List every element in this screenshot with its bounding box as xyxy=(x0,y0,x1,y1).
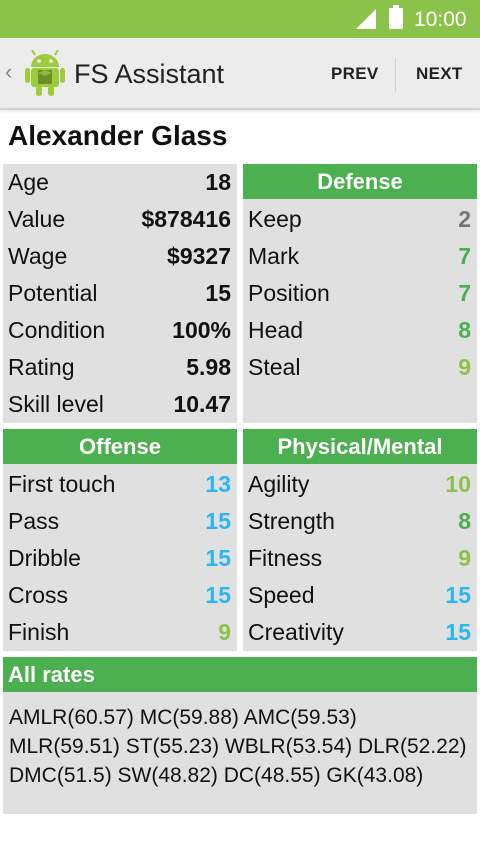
info-label: Wage xyxy=(8,243,68,269)
defense-header: Defense xyxy=(243,164,477,199)
skill-label: Keep xyxy=(248,206,302,232)
skill-row-finish: Finish 9 xyxy=(3,614,237,651)
info-value: 15 xyxy=(205,280,231,306)
next-button[interactable]: NEXT xyxy=(416,64,463,84)
info-value: 10.47 xyxy=(173,391,231,417)
skill-row-fitness: Fitness 9 xyxy=(243,540,477,577)
physical-mental-header: Physical/Mental xyxy=(243,429,477,464)
skill-value: 9 xyxy=(458,354,471,380)
defense-panel: Defense Keep 2 Mark 7 Position 7 Head 8 … xyxy=(243,164,477,423)
skill-value: 8 xyxy=(458,317,471,343)
info-row-potential: Potential 15 xyxy=(3,275,237,312)
skill-row-speed: Speed 15 xyxy=(243,577,477,614)
skill-row-mark: Mark 7 xyxy=(243,238,477,275)
skill-row-head: Head 8 xyxy=(243,312,477,349)
skill-label: Steal xyxy=(248,354,301,380)
player-name: Alexander Glass xyxy=(8,120,228,151)
info-row-age: Age 18 xyxy=(3,164,237,201)
status-bar: 10:00 xyxy=(0,0,480,38)
skill-label: Creativity xyxy=(248,619,344,645)
info-label: Rating xyxy=(8,354,75,380)
info-label: Condition xyxy=(8,317,106,343)
action-bar: ‹ FS Assistant PREV NEXT xyxy=(0,38,480,110)
skill-row-first-touch: First touch 13 xyxy=(3,466,237,503)
skill-row-pass: Pass 15 xyxy=(3,503,237,540)
info-row-value: Value $878416 xyxy=(3,201,237,238)
all-rates-text: AMLR(60.57) MC(59.88) AMC(59.53) MLR(59.… xyxy=(9,706,467,787)
skill-value: 15 xyxy=(205,545,231,571)
prev-button[interactable]: PREV xyxy=(331,64,379,84)
skill-value: 15 xyxy=(445,619,471,645)
toolbar-divider xyxy=(395,58,396,92)
skill-value: 9 xyxy=(458,545,471,571)
skill-label: Cross xyxy=(8,582,69,608)
skill-label: Position xyxy=(248,280,330,306)
skill-label: Fitness xyxy=(248,545,323,571)
skill-row-keep: Keep 2 xyxy=(243,201,477,238)
skill-label: Strength xyxy=(248,508,335,534)
info-value: 100% xyxy=(172,317,231,343)
info-value: $878416 xyxy=(141,206,231,232)
skill-value: 2 xyxy=(458,206,471,232)
skill-label: Dribble xyxy=(8,545,81,571)
skill-row-strength: Strength 8 xyxy=(243,503,477,540)
battery-icon xyxy=(389,5,403,29)
android-app-icon xyxy=(25,50,65,96)
back-chevron-icon[interactable]: ‹ xyxy=(5,59,12,85)
skill-label: First touch xyxy=(8,471,116,497)
physical-mental-panel: Physical/Mental Agility 10 Strength 8 Fi… xyxy=(243,429,477,651)
skill-value: 15 xyxy=(205,582,231,608)
skill-value: 7 xyxy=(458,243,471,269)
signal-icon xyxy=(356,9,376,29)
info-row-wage: Wage $9327 xyxy=(3,238,237,275)
skill-label: Speed xyxy=(248,582,315,608)
all-rates-header: All rates xyxy=(3,657,477,692)
skill-row-steal: Steal 9 xyxy=(243,349,477,386)
info-row-skill-level: Skill level 10.47 xyxy=(3,386,237,423)
skill-label: Agility xyxy=(248,471,310,497)
all-rates-panel: All rates AMLR(60.57) MC(59.88) AMC(59.5… xyxy=(3,657,477,814)
status-time: 10:00 xyxy=(414,8,467,31)
skill-label: Head xyxy=(248,317,303,343)
skill-value: 7 xyxy=(458,280,471,306)
skill-value: 9 xyxy=(218,619,231,645)
skill-value: 8 xyxy=(458,508,471,534)
info-value: $9327 xyxy=(167,243,231,269)
skill-row-cross: Cross 15 xyxy=(3,577,237,614)
skill-row-agility: Agility 10 xyxy=(243,466,477,503)
info-value: 5.98 xyxy=(186,354,231,380)
info-label: Potential xyxy=(8,280,98,306)
info-value: 18 xyxy=(205,169,231,195)
skill-row-creativity: Creativity 15 xyxy=(243,614,477,651)
skill-value: 15 xyxy=(205,508,231,534)
info-row-condition: Condition 100% xyxy=(3,312,237,349)
player-info-panel: Age 18 Value $878416 Wage $9327 Potentia… xyxy=(3,164,237,423)
skill-label: Finish xyxy=(8,619,70,645)
skill-label: Mark xyxy=(248,243,300,269)
skill-value: 10 xyxy=(445,471,471,497)
info-label: Age xyxy=(8,169,49,195)
offense-panel: Offense First touch 13 Pass 15 Dribble 1… xyxy=(3,429,237,651)
info-label: Skill level xyxy=(8,391,104,417)
skill-label: Pass xyxy=(8,508,60,534)
info-row-rating: Rating 5.98 xyxy=(3,349,237,386)
offense-header: Offense xyxy=(3,429,237,464)
skill-value: 13 xyxy=(205,471,231,497)
skill-row-position: Position 7 xyxy=(243,275,477,312)
app-title: FS Assistant xyxy=(74,59,225,89)
info-label: Value xyxy=(8,206,66,232)
skill-value: 15 xyxy=(445,582,471,608)
skill-row-dribble: Dribble 15 xyxy=(3,540,237,577)
